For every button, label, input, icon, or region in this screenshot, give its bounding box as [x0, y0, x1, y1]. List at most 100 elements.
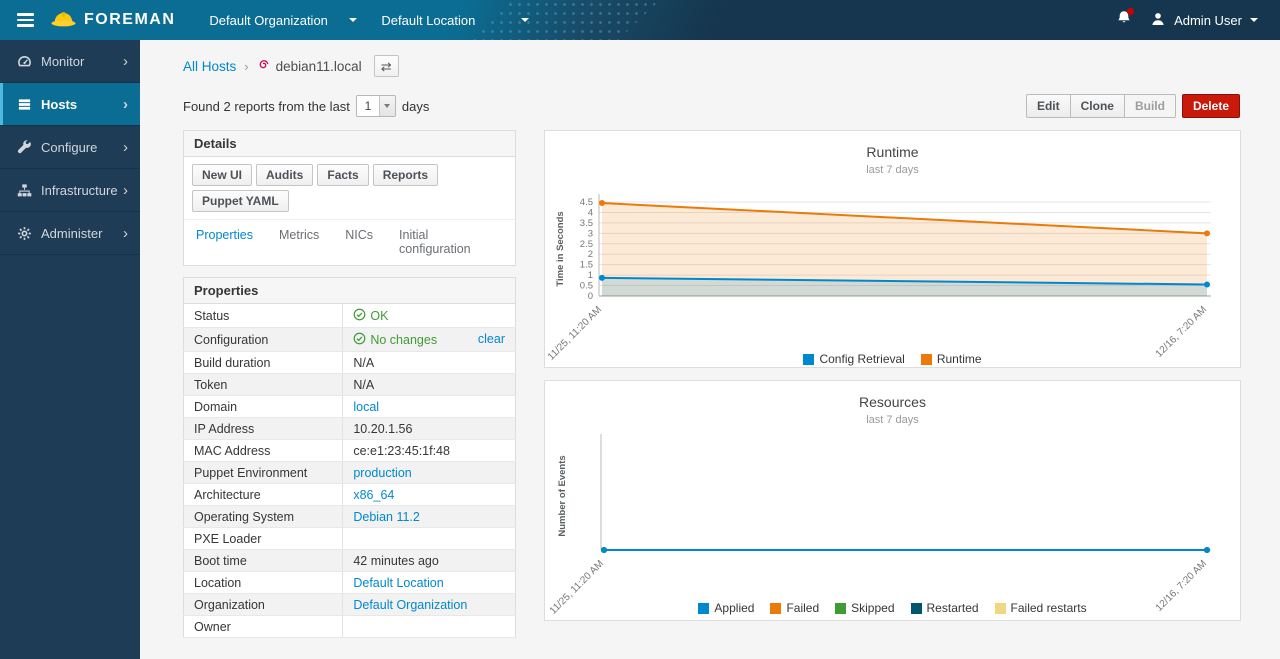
property-value: 10.20.1.56	[343, 418, 516, 440]
svg-text:1: 1	[588, 270, 593, 281]
table-row: ConfigurationNo changesclear	[184, 328, 516, 352]
sidebar-item-monitor[interactable]: Monitor›	[0, 40, 140, 83]
properties-table: Properties StatusOKConfigurationNo chang…	[183, 277, 516, 638]
sidebar: Monitor›Hosts›Configure›Infrastructure›A…	[0, 40, 140, 659]
main-content: All Hosts › debian11.local ⇄ Found 2 rep…	[140, 40, 1280, 638]
host-name: debian11.local	[276, 59, 362, 74]
legend-label: Applied	[714, 601, 754, 615]
table-row: Operating SystemDebian 11.2	[184, 506, 516, 528]
property-label: Architecture	[184, 484, 343, 506]
foreman-brand[interactable]: FOREMAN	[50, 8, 175, 32]
host-switcher-button[interactable]: ⇄	[374, 55, 399, 77]
report-days-value: 1	[357, 96, 379, 116]
legend-item-config-retrieval[interactable]: Config Retrieval	[803, 352, 904, 366]
wrench-icon	[17, 140, 41, 155]
legend-item-skipped[interactable]: Skipped	[835, 601, 894, 615]
sidebar-item-label: Configure	[41, 140, 123, 155]
svg-text:0.5: 0.5	[580, 281, 593, 292]
property-value: ce:e1:23:45:1f:48	[343, 440, 516, 462]
clone-button[interactable]: Clone	[1071, 94, 1125, 118]
svg-text:3.5: 3.5	[580, 218, 593, 229]
table-row: IP Address10.20.1.56	[184, 418, 516, 440]
chevron-down-icon	[521, 18, 529, 22]
breadcrumb: All Hosts › debian11.local ⇄	[183, 55, 1240, 77]
property-value-link[interactable]: Default Organization	[353, 598, 467, 612]
property-value-link[interactable]: local	[353, 400, 379, 414]
breadcrumb-all-hosts-link[interactable]: All Hosts	[183, 59, 236, 74]
chevron-right-icon: ›	[123, 53, 128, 70]
legend-label: Skipped	[851, 601, 894, 615]
details-column: Details New UIAuditsFactsReportsPuppet Y…	[183, 130, 516, 638]
resources-chart-title: Resources	[545, 394, 1240, 410]
table-row: PXE Loader	[184, 528, 516, 550]
table-row: Owner	[184, 616, 516, 638]
legend-item-applied[interactable]: Applied	[698, 601, 754, 615]
report-count-text: Found 2 reports from the last	[183, 99, 350, 114]
legend-item-failed[interactable]: Failed	[770, 601, 819, 615]
property-label: Puppet Environment	[184, 462, 343, 484]
debian-os-icon	[257, 58, 271, 75]
puppet-yaml-button[interactable]: Puppet YAML	[192, 190, 289, 212]
chevron-right-icon: ›	[123, 182, 128, 199]
property-value-link[interactable]: Debian 11.2	[353, 510, 420, 524]
brand-name: FOREMAN	[84, 11, 175, 29]
tab-properties[interactable]: Properties	[196, 228, 253, 256]
legend-swatch	[995, 603, 1006, 614]
table-row: MAC Addressce:e1:23:45:1f:48	[184, 440, 516, 462]
status-badge: OK	[353, 308, 388, 324]
svg-text:Number of Events: Number of Events	[557, 455, 568, 536]
property-value-link[interactable]: Default Location	[353, 576, 443, 590]
clear-link[interactable]: clear	[478, 332, 505, 346]
audits-button[interactable]: Audits	[256, 164, 313, 186]
notifications-button[interactable]	[1116, 10, 1132, 31]
legend-item-failed-restarts[interactable]: Failed restarts	[995, 601, 1087, 615]
svg-text:4.5: 4.5	[580, 197, 593, 208]
chevron-right-icon: ›	[123, 225, 128, 242]
sidebar-item-hosts[interactable]: Hosts›	[0, 83, 140, 126]
new-ui-button[interactable]: New UI	[192, 164, 252, 186]
property-value: Debian 11.2	[343, 506, 516, 528]
property-label: IP Address	[184, 418, 343, 440]
legend-swatch	[770, 603, 781, 614]
resources-chart: Number of Events11/25, 11:20 AM12/16, 7:…	[545, 428, 1240, 618]
property-label: PXE Loader	[184, 528, 343, 550]
select-arrow[interactable]	[379, 96, 395, 116]
user-menu[interactable]: Admin User	[1150, 11, 1258, 30]
table-row: Puppet Environment production	[184, 462, 516, 484]
sidebar-item-administer[interactable]: Administer›	[0, 212, 140, 255]
property-value: 42 minutes ago	[343, 550, 516, 572]
report-days-select[interactable]: 1	[356, 95, 396, 117]
location-selector-label: Default Location	[381, 13, 475, 28]
property-label: Location	[184, 572, 343, 594]
property-value-link[interactable]: production	[353, 466, 411, 480]
tachometer-icon	[17, 54, 41, 69]
tab-initial-configuration[interactable]: Initial configuration	[399, 228, 503, 256]
legend-swatch	[911, 603, 922, 614]
sidebar-item-configure[interactable]: Configure›	[0, 126, 140, 169]
reports-button[interactable]: Reports	[373, 164, 438, 186]
legend-item-restarted[interactable]: Restarted	[911, 601, 979, 615]
property-label: Configuration	[184, 328, 343, 352]
delete-button[interactable]: Delete	[1182, 94, 1240, 118]
location-selector[interactable]: Default Location	[369, 0, 541, 40]
property-value	[343, 616, 516, 638]
tab-nics[interactable]: NICs	[345, 228, 373, 256]
svg-text:4: 4	[588, 207, 593, 218]
sidebar-item-infrastructure[interactable]: Infrastructure›	[0, 169, 140, 212]
legend-item-runtime[interactable]: Runtime	[921, 352, 982, 366]
server-icon	[17, 97, 41, 112]
property-label: MAC Address	[184, 440, 343, 462]
runtime-chart-subtitle: last 7 days	[545, 164, 1240, 176]
chevron-right-icon: ›	[123, 139, 128, 156]
organization-selector[interactable]: Default Organization	[197, 0, 369, 40]
user-icon	[1150, 11, 1166, 30]
property-value: OK	[343, 304, 516, 328]
property-value-link[interactable]: x86_64	[353, 488, 394, 502]
gear-icon	[17, 226, 41, 241]
details-buttons: New UIAuditsFactsReports Puppet YAML	[184, 157, 515, 219]
facts-button[interactable]: Facts	[317, 164, 368, 186]
edit-button[interactable]: Edit	[1026, 94, 1071, 118]
hamburger-menu-icon[interactable]	[0, 13, 50, 26]
tab-metrics[interactable]: Metrics	[279, 228, 319, 256]
property-label: Owner	[184, 616, 343, 638]
